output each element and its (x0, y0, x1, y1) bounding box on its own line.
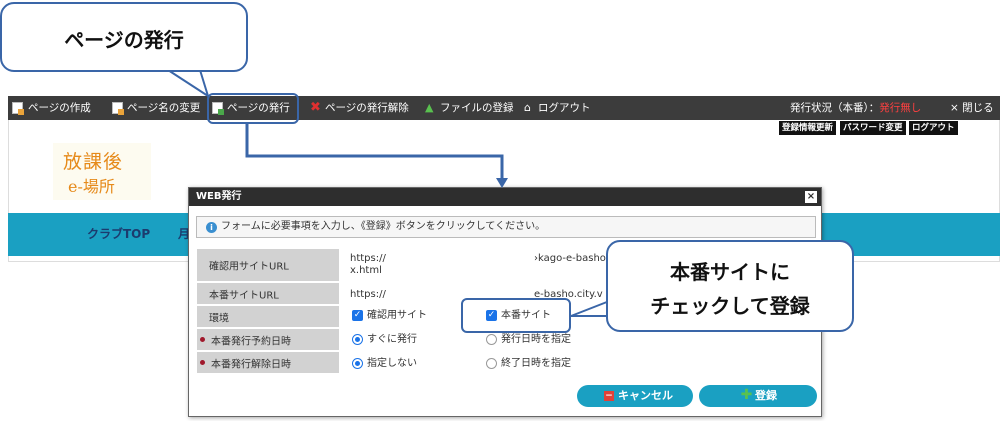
label-separator (339, 283, 342, 304)
callout-check-prod-site: 本番サイトに チェックして登録 (606, 240, 854, 332)
plus-icon: ✚ (740, 387, 753, 403)
toolbar-item-label: ログアウト (538, 102, 591, 114)
check-url-value[interactable]: https:// (350, 253, 386, 264)
close-button[interactable]: × 閉じる (950, 96, 994, 120)
label-separator (339, 329, 342, 350)
publish-status-label: 発行状況（本番）： (790, 102, 880, 114)
radio-unpublish-none-label: 指定しない (367, 358, 417, 369)
label-text: 本番発行予約日時 (211, 336, 291, 347)
register-button[interactable]: ✚ 登録 (699, 385, 817, 407)
page-edit-icon (112, 102, 124, 115)
check-url-value-right[interactable]: ›kago-e-basho (534, 253, 606, 264)
label-environment: 環境 (197, 306, 342, 327)
callout-publish-page: ページの発行 (0, 2, 248, 72)
page-add-icon (12, 102, 24, 115)
logout-button[interactable]: ログアウト (909, 121, 958, 135)
radio-unpublish-none[interactable] (352, 358, 363, 369)
label-check-url: 確認用サイトURL (197, 249, 342, 281)
register-button-label: 登録 (755, 389, 777, 402)
label-text: 環境 (209, 313, 229, 324)
checkbox-check-site-label: 確認用サイト (367, 310, 427, 321)
toolbar-item-label: ページ名の変更 (127, 102, 201, 114)
logo-line1: 放課後 (63, 151, 124, 173)
info-message: i フォームに必要事項を入力し、《登録》ボタンをクリックしてください。 (196, 216, 816, 238)
label-separator (339, 352, 342, 373)
toolbar-item-label: ファイルの登録 (440, 102, 514, 114)
cancel-icon: − (604, 391, 614, 401)
label-unpublish-date: 本番発行解除日時 (197, 352, 342, 373)
close-icon[interactable]: × (805, 191, 817, 203)
radio-unpublish-date-label: 終了日時を指定 (501, 358, 571, 369)
prod-url-value[interactable]: https:// (350, 289, 386, 300)
cancel-button[interactable]: − キャンセル (577, 385, 693, 407)
toolbar-item-rename-page[interactable]: ページ名の変更 (110, 96, 205, 120)
toolbar-item-label: ページの発行解除 (325, 102, 409, 114)
label-text: 本番サイトURL (209, 290, 279, 301)
update-account-button[interactable]: 登録情報更新 (779, 121, 837, 135)
logo-line2: e-場所 (68, 177, 115, 196)
highlight-publish-page (207, 93, 299, 124)
label-text: 確認用サイトURL (209, 261, 289, 273)
toolbar-item-create-page[interactable]: ページの作成 (10, 96, 105, 120)
info-icon: i (206, 222, 217, 233)
cancel-button-label: キャンセル (618, 389, 673, 402)
radio-publish-now-label: すぐに発行 (367, 334, 417, 345)
dialog-title: WEB発行 (196, 191, 242, 202)
publish-status: 発行状況（本番）：発行無し (790, 96, 921, 120)
label-separator (339, 249, 342, 281)
highlight-prod-site-checkbox (461, 298, 571, 333)
radio-publish-date[interactable] (486, 334, 497, 345)
site-logo: 放課後 e-場所 (53, 143, 151, 200)
callout-text-line2: チェックして登録 (650, 294, 810, 318)
cms-toolbar: ページの作成 ページ名の変更 ページの発行 ✖ ページの発行解除 ▲ ファイルの… (8, 96, 1000, 120)
upload-arrow-icon: ▲ (425, 101, 434, 114)
callout-tail (164, 69, 210, 99)
home-icon: ⌂ (524, 101, 531, 114)
required-dot (200, 337, 205, 342)
publish-status-value: 発行無し (879, 102, 922, 114)
toolbar-item-logout[interactable]: ⌂ ログアウト (523, 96, 593, 120)
dialog-titlebar: WEB発行 × (189, 188, 821, 206)
nav-item-club-top[interactable]: クラブTOP (87, 213, 150, 256)
label-prod-url: 本番サイトURL (197, 283, 342, 304)
info-text: フォームに必要事項を入力し、《登録》ボタンをクリックしてください。 (221, 221, 546, 232)
callout-text-line1: 本番サイトに (670, 260, 790, 284)
change-password-button[interactable]: パスワード変更 (840, 121, 906, 135)
label-publish-date: 本番発行予約日時 (197, 329, 342, 350)
radio-unpublish-date[interactable] (486, 358, 497, 369)
toolbar-item-unpublish-page[interactable]: ✖ ページの発行解除 (309, 96, 414, 120)
label-text: 本番発行解除日時 (211, 359, 291, 370)
unpublish-x-icon: ✖ (310, 100, 321, 115)
toolbar-item-label: ページの作成 (28, 102, 91, 114)
checkbox-check-site[interactable]: ✓ (352, 310, 363, 321)
callout-text: ページの発行 (64, 28, 184, 52)
radio-publish-now[interactable] (352, 334, 363, 345)
label-separator (339, 306, 342, 327)
required-dot (200, 360, 205, 365)
radio-publish-date-label: 発行日時を指定 (501, 334, 571, 345)
toolbar-item-upload-file[interactable]: ▲ ファイルの登録 (424, 96, 524, 120)
check-url-value-cont[interactable]: x.html (350, 265, 382, 276)
